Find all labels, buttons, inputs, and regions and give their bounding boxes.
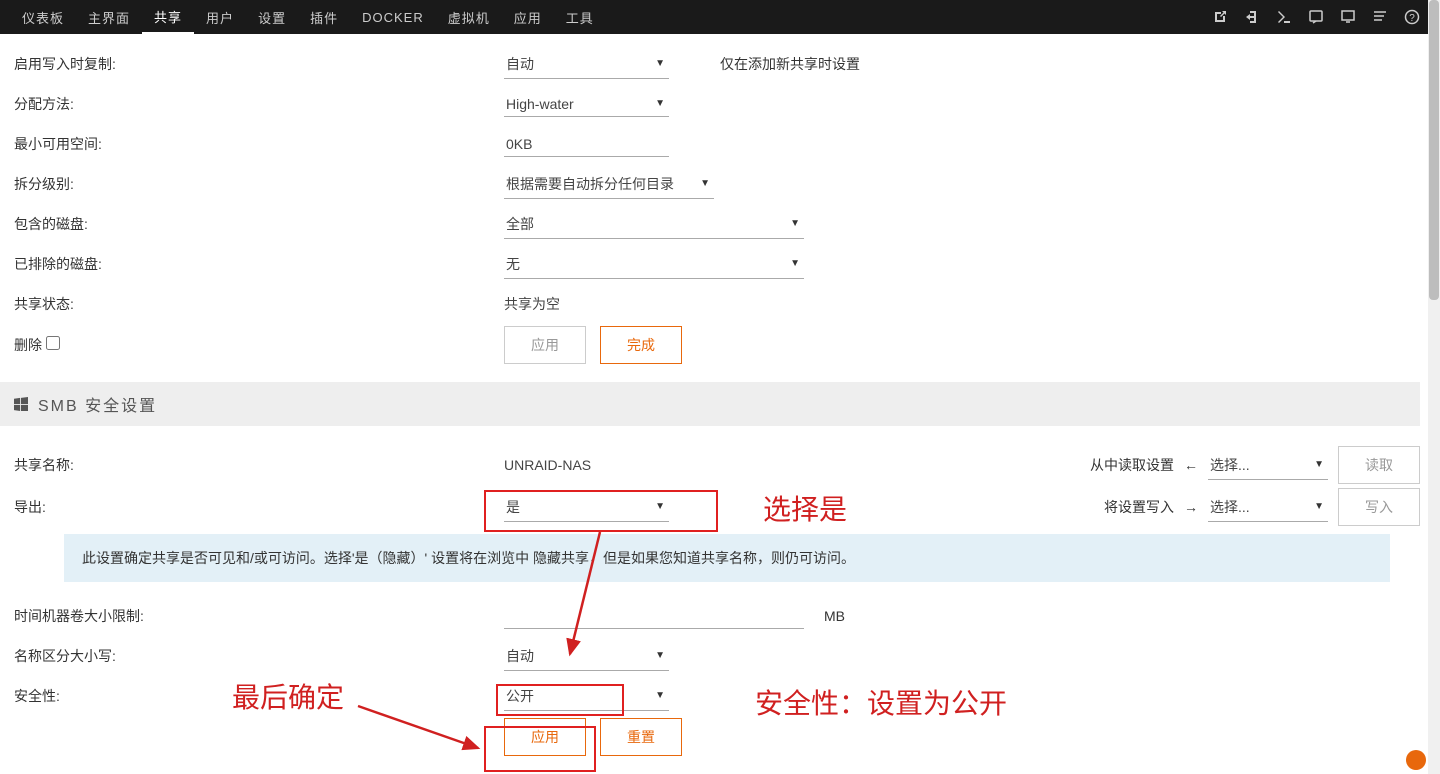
row-tmvol: 时间机器卷大小限制: MB xyxy=(14,596,1440,636)
monitor-icon[interactable] xyxy=(1340,9,1356,25)
label-export: 导出: xyxy=(14,497,504,517)
row-minfree: 最小可用空间: 0KB xyxy=(14,124,1440,164)
nav-shares[interactable]: 共享 xyxy=(142,0,194,34)
select-export[interactable]: 是▼ xyxy=(504,493,669,522)
delete-checkbox[interactable] xyxy=(46,336,60,350)
label-alloc: 分配方法: xyxy=(14,94,504,114)
popout-icon[interactable] xyxy=(1212,9,1228,25)
label-casesens: 名称区分大小写: xyxy=(14,646,504,666)
row-smb-buttons: 应用 重置 xyxy=(14,716,1440,758)
row-included: 包含的磁盘: 全部▼ xyxy=(14,204,1440,244)
nav-settings[interactable]: 设置 xyxy=(246,0,298,34)
chevron-down-icon: ▼ xyxy=(655,58,665,69)
nav-vms[interactable]: 虚拟机 xyxy=(436,0,502,34)
label-status: 共享状态: xyxy=(14,294,504,314)
reset-button[interactable]: 重置 xyxy=(600,718,682,756)
nav-tools[interactable]: 工具 xyxy=(554,0,606,34)
read-settings-row: 从中读取设置 ← 选择...▼ 读取 xyxy=(1090,446,1440,484)
write-settings-row: 将设置写入 → 选择...▼ 写入 xyxy=(1104,488,1440,526)
smb-section-title: SMB 安全设置 xyxy=(38,392,157,416)
export-info-box: 此设置确定共享是否可见和/或可访问。选择'是（隐藏）' 设置将在浏览中 隐藏共享… xyxy=(64,534,1390,582)
apply-button-1[interactable]: 应用 xyxy=(504,326,586,364)
select-split[interactable]: 根据需要自动拆分任何目录▼ xyxy=(504,170,714,199)
chevron-down-icon: ▼ xyxy=(790,258,800,269)
row-split: 拆分级别: 根据需要自动拆分任何目录▼ xyxy=(14,164,1440,204)
svg-text:?: ? xyxy=(1409,13,1415,24)
row-status: 共享状态: 共享为空 xyxy=(14,284,1440,324)
row-security: 安全性: 公开▼ xyxy=(14,676,1440,716)
apply-button-2[interactable]: 应用 xyxy=(504,718,586,756)
row-enable-cow: 启用写入时复制: 自动▼ 仅在添加新共享时设置 xyxy=(14,44,1440,84)
scrollbar-thumb[interactable] xyxy=(1429,0,1439,300)
chevron-down-icon: ▼ xyxy=(655,98,665,109)
chevron-down-icon: ▼ xyxy=(655,501,665,512)
select-excluded[interactable]: 无▼ xyxy=(504,250,804,279)
list-icon[interactable] xyxy=(1372,9,1388,25)
smb-section-header: SMB 安全设置 xyxy=(0,382,1420,426)
chevron-down-icon: ▼ xyxy=(790,218,800,229)
chevron-down-icon: ▼ xyxy=(1314,501,1324,512)
select-read-settings[interactable]: 选择...▼ xyxy=(1208,451,1328,480)
nav-plugins[interactable]: 插件 xyxy=(298,0,350,34)
scrollbar-track[interactable] xyxy=(1428,0,1440,774)
status-value: 共享为空 xyxy=(504,294,560,314)
value-sharename: UNRAID-NAS xyxy=(504,457,591,473)
chevron-down-icon: ▼ xyxy=(700,178,710,189)
chevron-down-icon: ▼ xyxy=(1314,459,1324,470)
nav-apps[interactable]: 应用 xyxy=(502,0,554,34)
chevron-down-icon: ▼ xyxy=(655,690,665,701)
select-included[interactable]: 全部▼ xyxy=(504,210,804,239)
select-enable-cow[interactable]: 自动▼ xyxy=(504,50,669,79)
label-minfree: 最小可用空间: xyxy=(14,134,504,154)
read-button[interactable]: 读取 xyxy=(1338,446,1420,484)
label-delete: 删除 xyxy=(14,335,504,355)
select-casesens[interactable]: 自动▼ xyxy=(504,642,669,671)
unit-mb: MB xyxy=(824,608,845,624)
nav-main[interactable]: 主界面 xyxy=(76,0,142,34)
content-area: 启用写入时复制: 自动▼ 仅在添加新共享时设置 分配方法: High-water… xyxy=(0,34,1440,758)
chevron-down-icon: ▼ xyxy=(655,650,665,661)
label-sharename: 共享名称: xyxy=(14,455,504,475)
arrow-left-icon: ← xyxy=(1184,457,1198,473)
label-excluded: 已排除的磁盘: xyxy=(14,254,504,274)
arrow-right-icon: → xyxy=(1184,499,1198,515)
done-button[interactable]: 完成 xyxy=(600,326,682,364)
top-nav-left: 仪表板 主界面 共享 用户 设置 插件 DOCKER 虚拟机 应用 工具 xyxy=(10,0,606,34)
top-nav: 仪表板 主界面 共享 用户 设置 插件 DOCKER 虚拟机 应用 工具 ? xyxy=(0,0,1440,34)
select-write-settings[interactable]: 选择...▼ xyxy=(1208,493,1328,522)
select-alloc[interactable]: High-water▼ xyxy=(504,92,669,117)
hint-enable-cow: 仅在添加新共享时设置 xyxy=(720,54,1440,74)
label-included: 包含的磁盘: xyxy=(14,214,504,234)
nav-users[interactable]: 用户 xyxy=(194,0,246,34)
select-security[interactable]: 公开▼ xyxy=(504,682,669,711)
label-split: 拆分级别: xyxy=(14,174,504,194)
logout-icon[interactable] xyxy=(1244,9,1260,25)
row-sharename: 共享名称: UNRAID-NAS 从中读取设置 ← 选择...▼ 读取 xyxy=(14,444,1440,486)
input-minfree[interactable]: 0KB xyxy=(504,132,669,157)
row-casesens: 名称区分大小写: 自动▼ xyxy=(14,636,1440,676)
label-enable-cow: 启用写入时复制: xyxy=(14,54,504,74)
row-export: 导出: 是▼ 将设置写入 → 选择...▼ 写入 xyxy=(14,486,1440,528)
top-nav-right: ? xyxy=(1212,9,1430,25)
nav-docker[interactable]: DOCKER xyxy=(350,0,436,34)
read-label: 从中读取设置 xyxy=(1090,455,1174,475)
nav-dashboard[interactable]: 仪表板 xyxy=(10,0,76,34)
label-security: 安全性: xyxy=(14,686,504,706)
write-label: 将设置写入 xyxy=(1104,497,1174,517)
windows-icon xyxy=(14,397,28,411)
row-delete: 删除 应用 完成 xyxy=(14,324,1440,366)
scroll-indicator-icon[interactable] xyxy=(1406,750,1426,770)
label-tmvol: 时间机器卷大小限制: xyxy=(14,606,504,626)
write-button[interactable]: 写入 xyxy=(1338,488,1420,526)
row-excluded: 已排除的磁盘: 无▼ xyxy=(14,244,1440,284)
row-alloc: 分配方法: High-water▼ xyxy=(14,84,1440,124)
feedback-icon[interactable] xyxy=(1308,9,1324,25)
terminal-icon[interactable] xyxy=(1276,9,1292,25)
help-icon[interactable]: ? xyxy=(1404,9,1420,25)
input-tmvol[interactable] xyxy=(504,604,804,629)
